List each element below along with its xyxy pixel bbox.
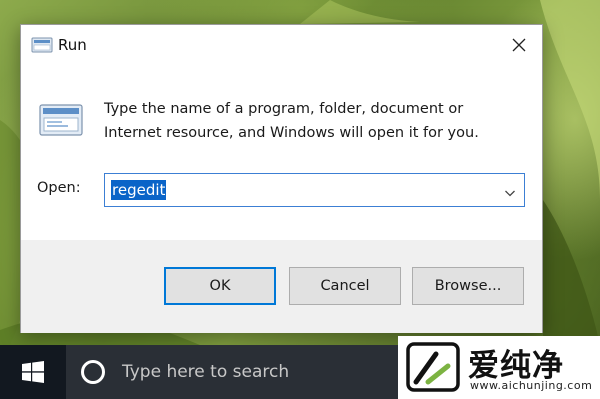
cancel-button[interactable]: Cancel: [289, 267, 401, 305]
run-app-icon: [31, 37, 53, 53]
open-label: Open:: [37, 180, 81, 196]
run-dialog: Run Type the name of a program, folder, …: [20, 24, 543, 333]
close-icon: [512, 38, 526, 52]
search-placeholder: Type here to search: [122, 362, 290, 382]
ok-button[interactable]: OK: [164, 267, 276, 305]
cortana-circle-icon[interactable]: [80, 359, 106, 385]
run-app-icon: [38, 103, 84, 137]
open-combobox[interactable]: regedit: [104, 173, 525, 207]
start-button[interactable]: [0, 345, 66, 399]
close-button[interactable]: [504, 31, 534, 59]
open-input-value[interactable]: regedit: [111, 180, 167, 200]
chevron-down-icon[interactable]: [504, 184, 516, 197]
taskbar-search-box[interactable]: Type here to search: [66, 345, 398, 399]
watermark-url: www.aichunjing.com: [470, 379, 593, 392]
site-watermark: 爱纯净 www.aichunjing.com: [398, 336, 600, 399]
dialog-title: Run: [58, 36, 87, 54]
browse-button[interactable]: Browse...: [412, 267, 524, 305]
windows-logo-icon: [22, 361, 44, 383]
dialog-description: Type the name of a program, folder, docu…: [104, 101, 479, 141]
watermark-logo-icon: [406, 342, 460, 392]
title-bar[interactable]: Run: [21, 25, 542, 65]
